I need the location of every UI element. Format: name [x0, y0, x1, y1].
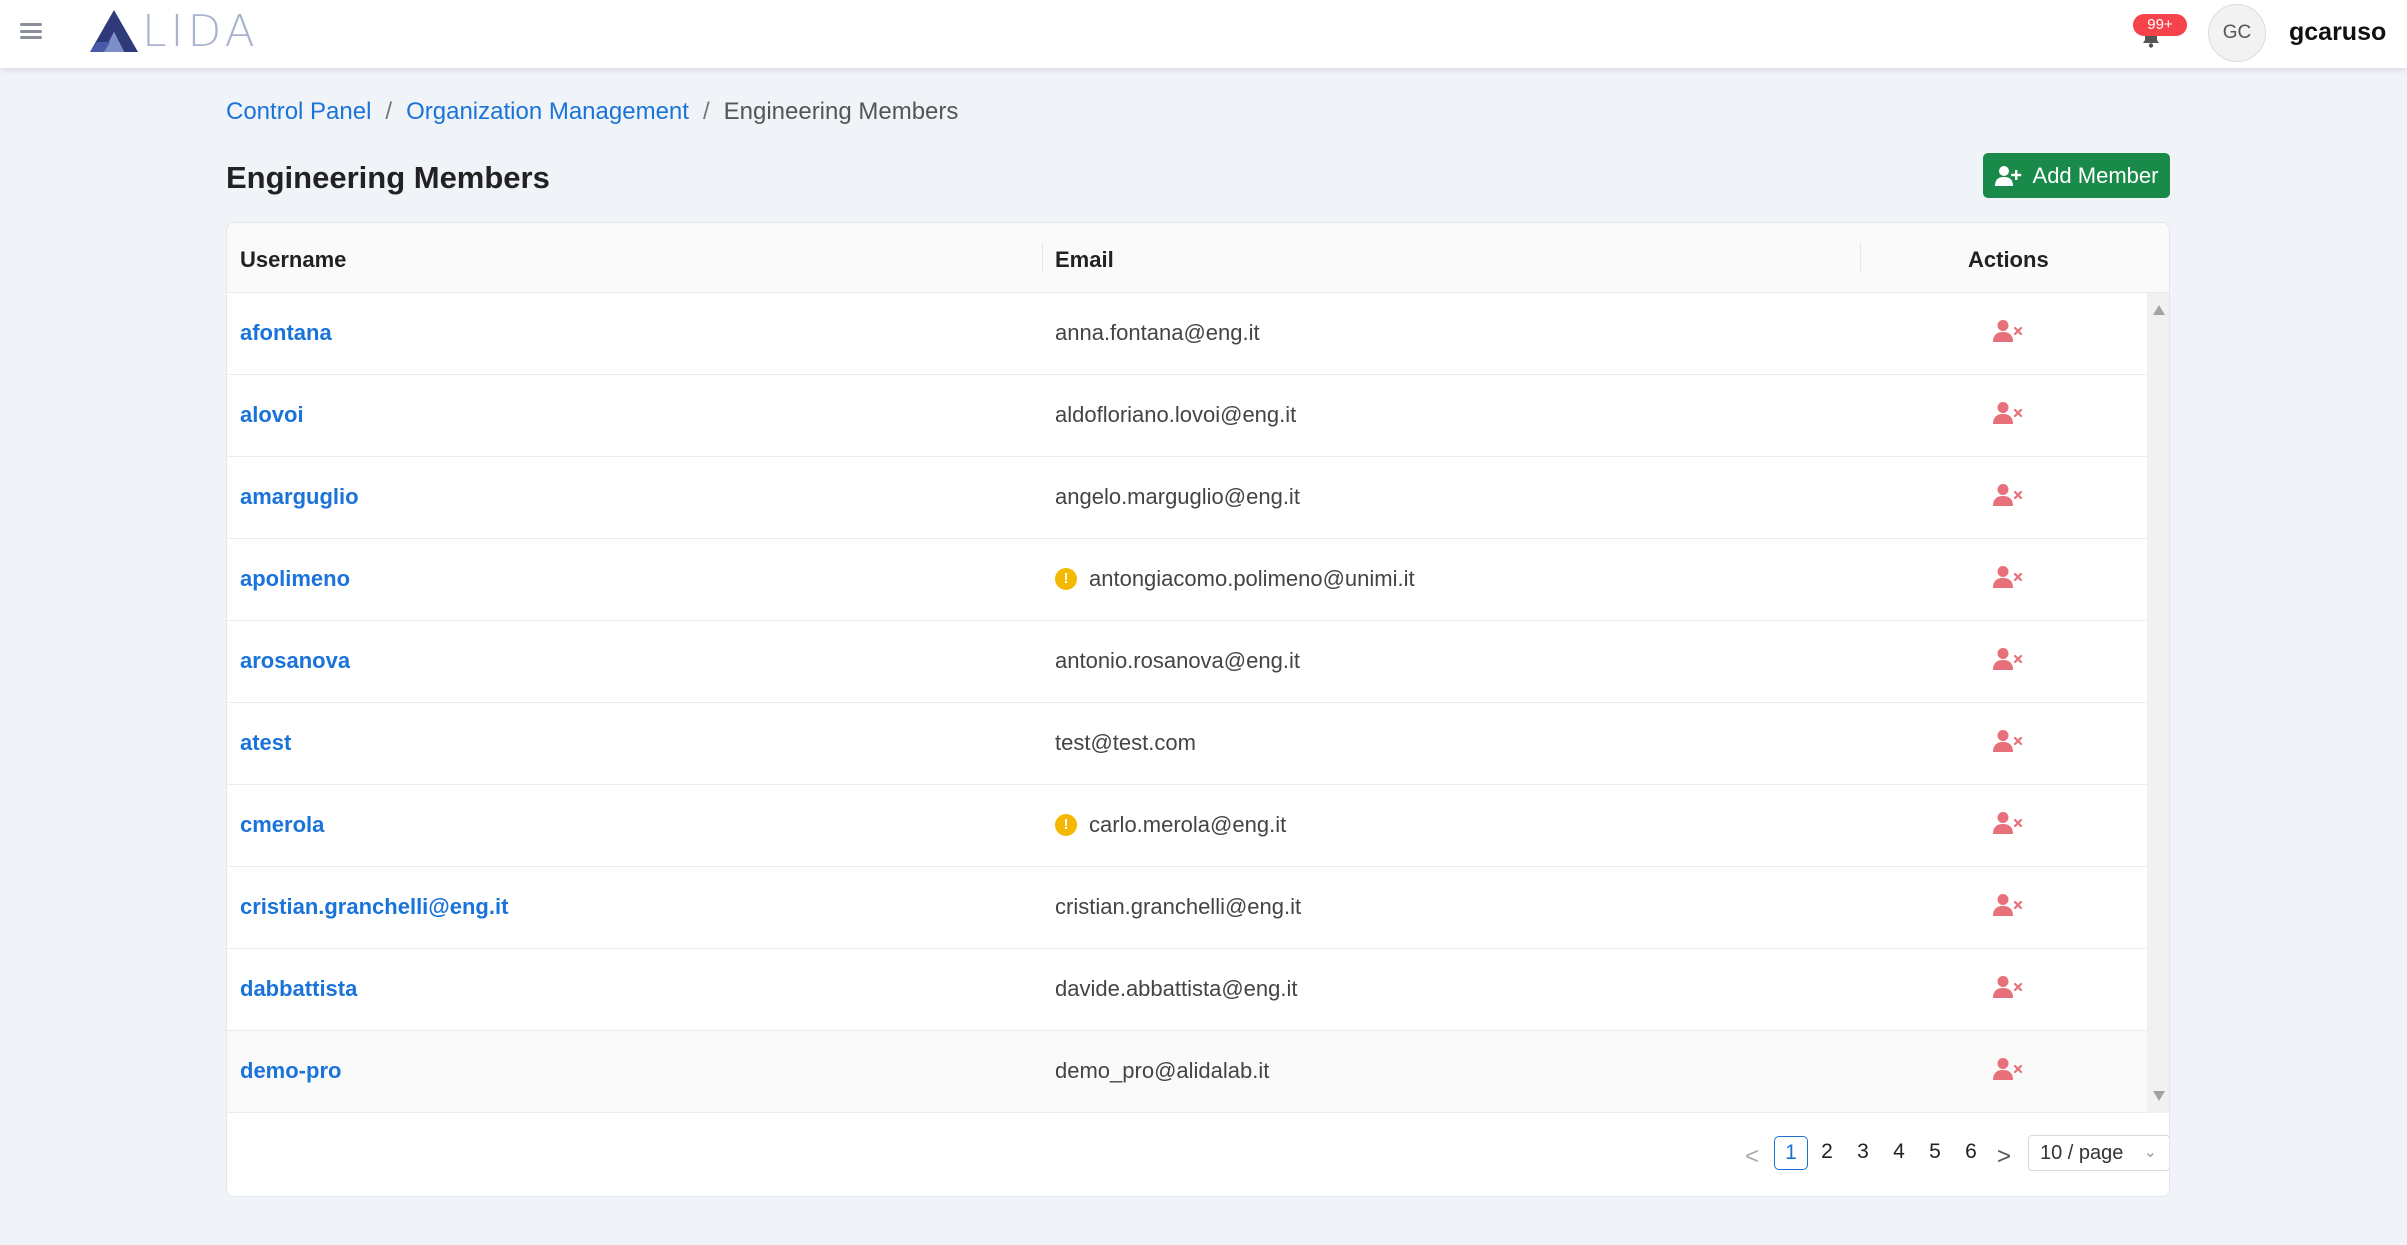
username-link[interactable]: dabbattista	[240, 976, 357, 1002]
notifications-button[interactable]: 99+	[2133, 14, 2187, 54]
table-row: amarguglio angelo.marguglio@eng.it	[227, 457, 2147, 539]
table-row: cmerola! carlo.merola@eng.it	[227, 785, 2147, 867]
column-header-actions: Actions	[1968, 247, 2049, 272]
column-header-email: Email	[1055, 247, 1114, 272]
username-link[interactable]: arosanova	[240, 648, 350, 674]
username-link[interactable]: alovoi	[240, 402, 304, 428]
column-divider	[1042, 243, 1043, 273]
table-row: demo-pro demo_pro@alidalab.it	[227, 1031, 2147, 1113]
email-cell: angelo.marguglio@eng.it	[1055, 484, 1300, 510]
page-4[interactable]: 4	[1882, 1136, 1916, 1170]
user-remove-icon[interactable]	[1993, 565, 2027, 595]
avatar[interactable]: GC	[2208, 4, 2266, 62]
breadcrumb-separator: /	[702, 98, 710, 125]
prev-page-button[interactable]: <	[1745, 1143, 1759, 1171]
email-text: test@test.com	[1055, 730, 1196, 755]
user-name[interactable]: gcaruso	[2289, 18, 2386, 47]
table-header: Username Email Actions	[227, 223, 2169, 293]
email-text: angelo.marguglio@eng.it	[1055, 484, 1300, 509]
user-remove-icon[interactable]	[1993, 811, 2027, 841]
exclamation-icon: !	[1055, 814, 1077, 836]
app-logo[interactable]: LIDA	[88, 5, 259, 57]
logo-text: LIDA	[142, 5, 259, 57]
table-body: afontana anna.fontana@eng.it alovoi aldoflo…	[227, 293, 2147, 1113]
table-scrollbar[interactable]	[2147, 293, 2169, 1113]
next-page-button[interactable]: >	[1997, 1143, 2011, 1171]
email-cell: cristian.granchelli@eng.it	[1055, 894, 1301, 920]
table-row: afontana anna.fontana@eng.it	[227, 293, 2147, 375]
exclamation-icon: !	[1055, 568, 1077, 590]
email-cell: ! carlo.merola@eng.it	[1055, 812, 1286, 838]
hamburger-icon[interactable]	[20, 20, 42, 42]
email-text: davide.abbattista@eng.it	[1055, 976, 1298, 1001]
top-bar: LIDA 99+ GC gcaruso	[0, 0, 2407, 68]
page-title: Engineering Members	[226, 160, 550, 195]
email-text: cristian.granchelli@eng.it	[1055, 894, 1302, 919]
column-header-username: Username	[240, 247, 347, 272]
chevron-down-icon: ⌄	[2143, 1144, 2157, 1161]
page-3[interactable]: 3	[1846, 1136, 1880, 1170]
add-member-button[interactable]: Add Member	[1983, 153, 2170, 198]
email-text: antonio.rosanova@eng.it	[1055, 648, 1300, 673]
username-link[interactable]: demo-pro	[240, 1058, 341, 1084]
table-row: alovoi aldofloriano.lovoi@eng.it	[227, 375, 2147, 457]
breadcrumb-separator: /	[385, 98, 393, 125]
table-row: arosanova antonio.rosanova@eng.it	[227, 621, 2147, 703]
username-link[interactable]: apolimeno	[240, 566, 350, 592]
username-link[interactable]: cmerola	[240, 812, 324, 838]
page-5[interactable]: 5	[1918, 1136, 1952, 1170]
breadcrumb-current: Engineering Members	[723, 98, 959, 125]
user-remove-icon[interactable]	[1993, 647, 2027, 677]
username-link[interactable]: afontana	[240, 320, 332, 346]
page-6[interactable]: 6	[1954, 1136, 1988, 1170]
table-row: atest test@test.com	[227, 703, 2147, 785]
email-cell: demo_pro@alidalab.it	[1055, 1058, 1269, 1084]
page-2[interactable]: 2	[1810, 1136, 1844, 1170]
user-remove-icon[interactable]	[1993, 401, 2027, 431]
email-cell: ! antongiacomo.polimeno@unimi.it	[1055, 566, 1415, 592]
table-row: cristian.granchelli@eng.it cristian.granc…	[227, 867, 2147, 949]
table-row: apolimeno! antongiacomo.polimeno@unimi.it	[227, 539, 2147, 621]
breadcrumb: Control Panel / Organization Management …	[226, 98, 958, 126]
user-remove-icon[interactable]	[1993, 893, 2027, 923]
email-text: antongiacomo.polimeno@unimi.it	[1089, 566, 1415, 591]
table-row: dabbattista davide.abbattista@eng.it	[227, 949, 2147, 1031]
user-remove-icon[interactable]	[1993, 483, 2027, 513]
email-cell: anna.fontana@eng.it	[1055, 320, 1260, 346]
breadcrumb-organization-management[interactable]: Organization Management	[406, 98, 689, 126]
username-link[interactable]: amarguglio	[240, 484, 359, 510]
email-text: aldofloriano.lovoi@eng.it	[1055, 402, 1297, 427]
add-member-label: Add Member	[2032, 162, 2159, 188]
email-text: demo_pro@alidalab.it	[1055, 1058, 1270, 1083]
page-1[interactable]: 1	[1774, 1136, 1808, 1170]
email-cell: davide.abbattista@eng.it	[1055, 976, 1298, 1002]
user-plus-icon	[1994, 165, 2021, 186]
page-size-select[interactable]: 10 / page ⌄	[2028, 1135, 2169, 1171]
page-size-value: 10 / page	[2040, 1142, 2124, 1164]
notification-badge: 99+	[2133, 14, 2187, 36]
column-divider	[1860, 243, 1861, 273]
user-remove-icon[interactable]	[1993, 729, 2027, 759]
email-cell: aldofloriano.lovoi@eng.it	[1055, 402, 1296, 428]
pagination: < 1 2 3 4 5 6 > 10 / page ⌄	[227, 1113, 2169, 1196]
username-link[interactable]: cristian.granchelli@eng.it	[240, 894, 508, 920]
user-remove-icon[interactable]	[1993, 319, 2027, 349]
username-link[interactable]: atest	[240, 730, 291, 756]
email-text: carlo.merola@eng.it	[1089, 812, 1287, 837]
breadcrumb-control-panel[interactable]: Control Panel	[226, 98, 371, 126]
email-text: anna.fontana@eng.it	[1055, 320, 1260, 345]
scroll-up-arrow-icon[interactable]	[2153, 305, 2165, 315]
members-table: Username Email Actions afontana anna.font…	[226, 222, 2170, 1197]
logo-mark-icon	[90, 10, 138, 52]
scroll-down-arrow-icon[interactable]	[2153, 1091, 2165, 1101]
user-remove-icon[interactable]	[1993, 1057, 2027, 1087]
email-cell: test@test.com	[1055, 730, 1196, 756]
user-remove-icon[interactable]	[1993, 975, 2027, 1005]
email-cell: antonio.rosanova@eng.it	[1055, 648, 1300, 674]
